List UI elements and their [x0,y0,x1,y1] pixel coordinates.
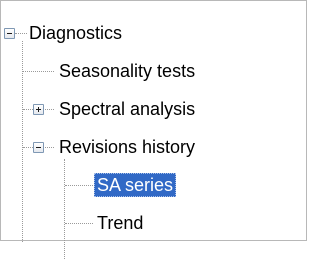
tree-connector-revisions [23,147,33,148]
plus-glyph-v [38,107,39,112]
minus-glyph [7,33,12,34]
tree-connector-revisions [64,159,65,259]
tree-node-spectral-analysis[interactable]: Spectral analysis [56,97,198,121]
tree-node-diagnostics[interactable]: Diagnostics [26,21,125,45]
tree-connector-spectral [23,109,33,110]
tree-connector-sa-series [65,185,93,186]
tree-connector-seasonality [23,71,54,72]
tree-connector-trend [65,223,93,224]
tree-node-sa-series[interactable]: SA series [94,173,177,197]
tree-connector-revisions-out [43,147,54,148]
tree-view[interactable]: Diagnostics Seasonality tests Spectral a… [1,1,308,259]
collapse-icon[interactable] [4,28,15,39]
minus-glyph [36,147,41,148]
collapse-icon[interactable] [33,142,44,153]
tree-node-seasonality-tests[interactable]: Seasonality tests [56,59,198,83]
tree-node-revisions-history[interactable]: Revisions history [56,135,198,159]
tree-node-trend[interactable]: Trend [94,211,146,235]
expand-icon[interactable] [33,104,44,115]
tree-view-panel: Diagnostics Seasonality tests Spectral a… [0,0,308,259]
tree-connector-spectral-out [43,109,54,110]
